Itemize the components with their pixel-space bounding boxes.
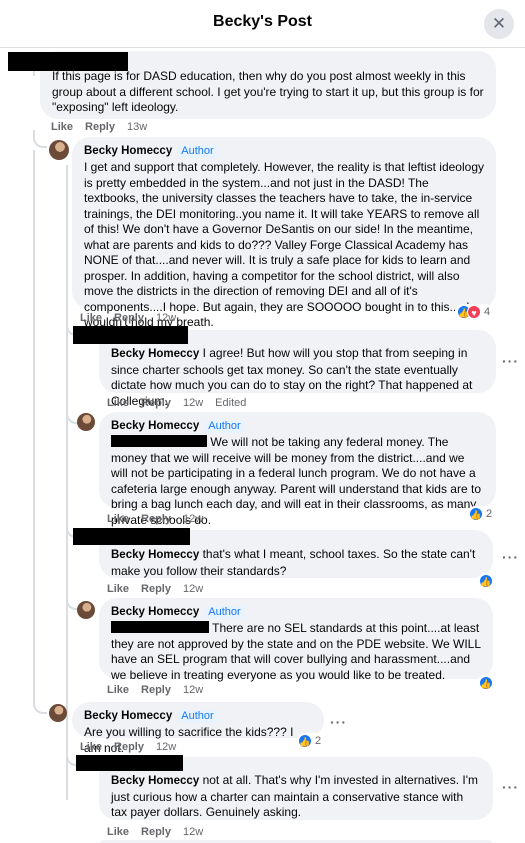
like-button[interactable]: Like: [107, 513, 129, 525]
comment-bubble: Becky Homeccy Author Are you willing to s…: [72, 702, 324, 755]
like-button[interactable]: Like: [51, 121, 73, 133]
reaction-summary[interactable]: 👍 ♥ 4: [455, 304, 493, 320]
dialog-title: Becky's Post: [213, 13, 312, 30]
comment-text: If this page is for DASD education, then…: [52, 69, 484, 114]
timestamp[interactable]: 12w: [183, 684, 203, 696]
reaction-summary[interactable]: 👍 2: [467, 506, 495, 522]
author-name[interactable]: Becky Homeccy: [111, 605, 199, 619]
like-reaction-icon: 👍: [298, 734, 312, 748]
reaction-count: 2: [486, 508, 493, 520]
avatar[interactable]: [77, 413, 95, 431]
author-badge: Author: [178, 709, 217, 723]
thread-line: [66, 165, 68, 800]
more-options-icon[interactable]: ···: [330, 715, 347, 729]
timestamp[interactable]: 12w: [183, 513, 203, 525]
like-button[interactable]: Like: [107, 397, 129, 409]
more-options-icon[interactable]: ···: [502, 780, 519, 794]
reply-button[interactable]: Reply: [114, 741, 144, 753]
author-name[interactable]: Becky Homeccy: [84, 144, 172, 158]
thread-connector: [33, 690, 47, 714]
redacted-mention: [111, 435, 207, 447]
comment-actions: Like Reply 12w: [107, 826, 215, 838]
like-reaction-icon: 👍: [479, 574, 493, 588]
comment-text: I get and support that completely. Howev…: [84, 160, 484, 329]
mentioned-user[interactable]: Becky Homeccy: [111, 549, 199, 561]
reply-button[interactable]: Reply: [114, 312, 144, 324]
reply-button[interactable]: Reply: [85, 121, 115, 133]
comment-actions: Like Reply 12w: [107, 513, 215, 525]
comment-actions: Like Reply 12w: [107, 684, 215, 696]
timestamp[interactable]: 12w: [183, 826, 203, 838]
mentioned-user[interactable]: Becky Homeccy: [111, 348, 199, 360]
comment-bubble: Becky Homeccy Author I get and support th…: [72, 137, 496, 329]
reply-button[interactable]: Reply: [141, 826, 171, 838]
redacted-mention: [111, 621, 209, 633]
love-reaction-icon: ♥: [467, 305, 481, 319]
close-icon[interactable]: ✕: [484, 9, 514, 39]
thread-connector: [33, 130, 47, 148]
avatar[interactable]: [49, 140, 69, 160]
comment-text: Becky Homeccy not at all. That's why I'm…: [111, 773, 481, 821]
author-badge: Author: [205, 419, 244, 433]
redacted-name: [76, 755, 183, 771]
like-button[interactable]: Like: [107, 583, 129, 595]
timestamp[interactable]: 12w: [156, 312, 176, 324]
author-name[interactable]: Becky Homeccy: [84, 709, 172, 723]
more-options-icon[interactable]: ···: [502, 550, 519, 564]
author-badge: Author: [178, 144, 217, 158]
timestamp[interactable]: 12w: [183, 583, 203, 595]
comment-bubble: Becky Homeccy Author We will not be takin…: [99, 412, 496, 527]
redacted-name: [8, 52, 128, 71]
avatar[interactable]: [77, 601, 95, 619]
timestamp[interactable]: 13w: [127, 121, 147, 133]
comment-actions: Like Reply 12w Edited: [107, 397, 258, 409]
reaction-count: 2: [315, 735, 322, 747]
reply-button[interactable]: Reply: [141, 583, 171, 595]
reply-button[interactable]: Reply: [141, 513, 171, 525]
author-name[interactable]: Becky Homeccy: [111, 419, 199, 433]
dialog-header: Becky's Post ✕: [0, 0, 525, 48]
reaction-summary[interactable]: 👍 2: [296, 733, 324, 749]
reaction-summary[interactable]: 👍: [477, 573, 495, 589]
like-reaction-icon: 👍: [479, 676, 493, 690]
timestamp[interactable]: 12w: [156, 741, 176, 753]
like-button[interactable]: Like: [80, 741, 102, 753]
like-button[interactable]: Like: [107, 684, 129, 696]
comment-text: Becky Homeccy that's what I meant, schoo…: [111, 547, 481, 579]
more-options-icon[interactable]: ···: [502, 354, 519, 368]
mentioned-user[interactable]: Becky Homeccy: [111, 775, 199, 787]
comment-actions: Like Reply 12w: [80, 741, 188, 753]
comment-actions: Like Reply 12w: [107, 583, 215, 595]
reaction-summary[interactable]: 👍: [477, 675, 495, 691]
reply-button[interactable]: Reply: [141, 684, 171, 696]
comment-bubble: Becky Homeccy Author There are no SEL sta…: [99, 598, 493, 682]
comment-text: There are no SEL standards at this point…: [111, 621, 481, 683]
avatar[interactable]: [49, 704, 67, 722]
timestamp[interactable]: 12w: [183, 397, 203, 409]
like-button[interactable]: Like: [107, 826, 129, 838]
reaction-count: 4: [484, 306, 491, 318]
reply-button[interactable]: Reply: [141, 397, 171, 409]
like-button[interactable]: Like: [80, 312, 102, 324]
author-badge: Author: [205, 605, 244, 619]
thread-line: [33, 150, 35, 695]
comment-actions: Like Reply 12w: [80, 312, 188, 324]
edited-label: Edited: [215, 397, 247, 409]
like-reaction-icon: 👍: [469, 507, 483, 521]
redacted-name: [73, 528, 190, 545]
comment-actions: Like Reply 13w: [51, 121, 159, 133]
redacted-name: [73, 326, 188, 344]
